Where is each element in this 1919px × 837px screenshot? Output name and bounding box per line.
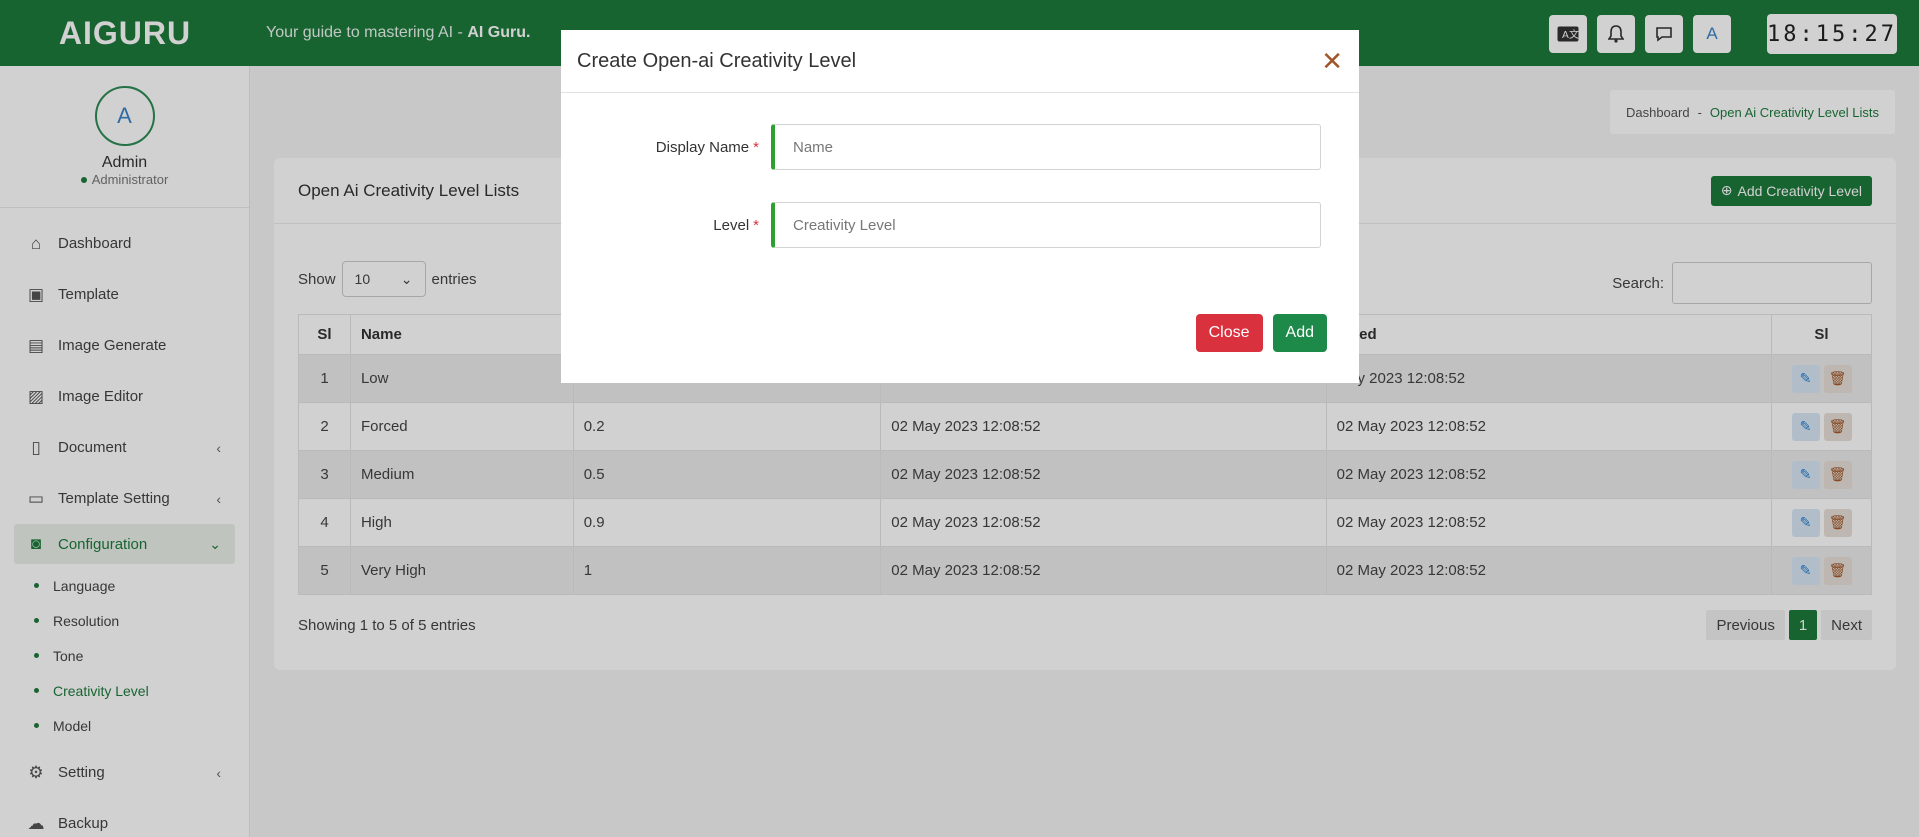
- create-creativity-level-modal: Create Open-ai Creativity Level ✕ Displa…: [561, 30, 1359, 383]
- modal-actions: Close Add: [1195, 314, 1327, 352]
- modal-title: Create Open-ai Creativity Level: [577, 49, 857, 72]
- level-label: Level *: [713, 216, 759, 234]
- display-name-label: Display Name *: [655, 138, 759, 156]
- add-button[interactable]: Add: [1272, 314, 1327, 352]
- close-button[interactable]: Close: [1195, 314, 1263, 352]
- display-name-input[interactable]: Name: [771, 124, 1321, 170]
- level-row: Level * Creativity Level: [561, 202, 1359, 248]
- display-name-row: Display Name * Name: [561, 124, 1359, 170]
- level-input[interactable]: Creativity Level: [771, 202, 1321, 248]
- close-icon[interactable]: ✕: [1321, 46, 1343, 77]
- modal-header: Create Open-ai Creativity Level ✕: [561, 30, 1359, 93]
